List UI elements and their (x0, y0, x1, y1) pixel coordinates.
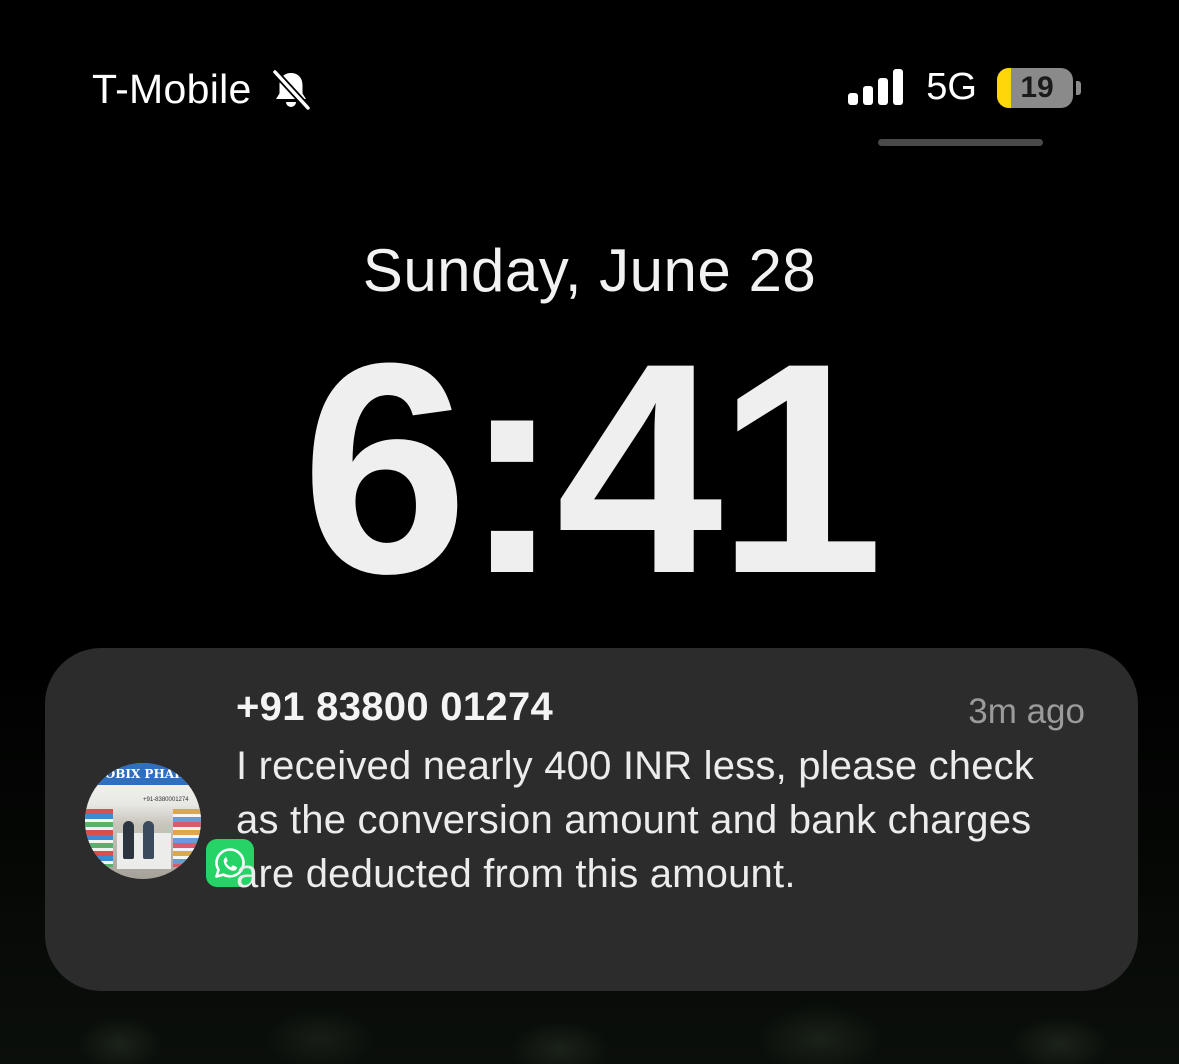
lock-screen-clock: 6:41 (301, 300, 883, 636)
whatsapp-notification[interactable]: LOBIX PHARI +91-8380001274 +91 83800 012… (45, 648, 1138, 991)
notification-sender: +91 83800 01274 (236, 685, 554, 729)
battery-percentage: 19 (1020, 70, 1054, 104)
avatar-person (143, 821, 154, 859)
notification-pull-indicator[interactable] (878, 139, 1043, 146)
avatar-shelf-left (85, 809, 113, 867)
network-type: 5G (926, 66, 977, 108)
notification-timestamp: 3m ago (968, 692, 1085, 731)
avatar-shelf-right (173, 809, 201, 867)
avatar-store-sign: LOBIX PHARI (85, 763, 201, 785)
avatar-store-phone: +91-8380001274 (143, 797, 189, 803)
avatar-person (123, 821, 134, 859)
carrier-name: T-Mobile (92, 66, 252, 112)
battery-indicator: 19 (997, 67, 1073, 108)
lock-screen: T-Mobile 5G 19 Sunday, June 28 6:41 LOBI… (0, 0, 1179, 1064)
carrier-group: T-Mobile (92, 66, 312, 113)
lock-screen-date: Sunday, June 28 (362, 237, 817, 304)
battery-cap (1076, 80, 1081, 95)
notification-message: I received nearly 400 INR less, please c… (236, 744, 1035, 896)
contact-avatar: LOBIX PHARI +91-8380001274 (85, 763, 201, 879)
bell-slash-icon (271, 68, 312, 111)
status-indicators: 5G 19 (848, 66, 1081, 109)
cellular-signal-icon (848, 68, 904, 105)
